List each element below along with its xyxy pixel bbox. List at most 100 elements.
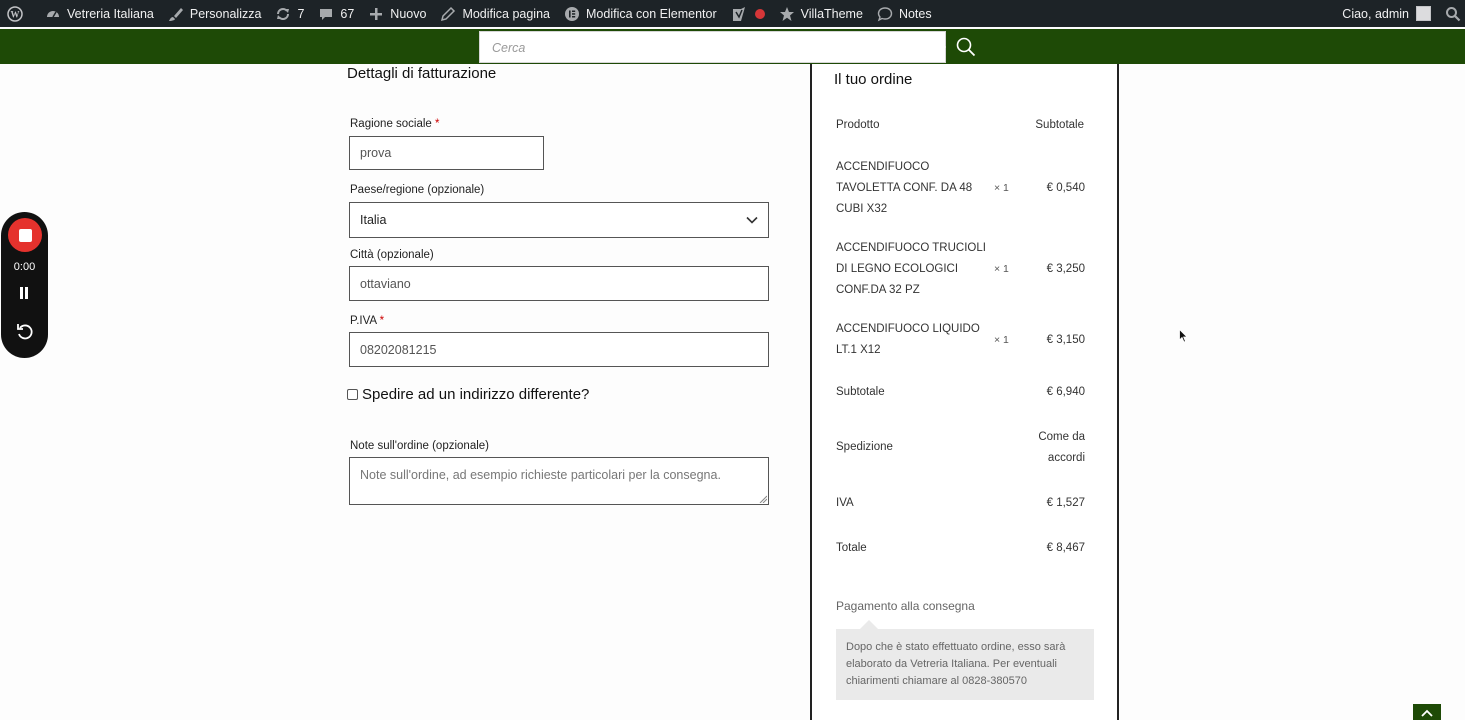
comment-icon [318,6,334,22]
edit-elementor-link[interactable]: Modifica con Elementor [557,0,724,27]
order-item-name: ACCENDIFUOCO TRUCIOLI DI LEGNO ECOLOGICI… [836,238,986,301]
resize-grip-icon[interactable] [759,495,767,503]
my-account-link[interactable]: Ciao, admin [1335,0,1438,27]
customize-link[interactable]: Personalizza [161,0,269,27]
search-button[interactable] [952,34,980,60]
order-item-qty: × 1 [994,182,1009,194]
chevron-up-icon [1421,709,1433,717]
ship-different-checkbox[interactable] [347,389,358,400]
order-item-name: ACCENDIFUOCO LIQUIDO LT.1 X12 [836,319,980,361]
avatar [1416,6,1431,21]
brush-icon [168,6,184,22]
total-label: Totale [836,542,867,554]
villatheme-link[interactable]: VillaTheme [772,0,870,27]
shipping-value: Come da accordi [1010,427,1085,469]
screen-recorder-widget: 0:00 [1,212,48,358]
order-item-price: € 3,150 [1046,334,1085,346]
order-item-name-line: ACCENDIFUOCO LIQUIDO [836,323,980,335]
chevron-down-icon [746,216,758,224]
star-icon [779,6,795,22]
order-item-qty: × 1 [994,334,1009,346]
subtotal-value: € 6,940 [1046,386,1085,398]
plus-icon [368,6,384,22]
column-header-subtotal: Subtotale [1035,119,1084,131]
search-input[interactable]: Cerca [479,31,946,63]
new-content-link[interactable]: Nuovo [361,0,433,27]
mouse-cursor-icon [1179,329,1188,343]
country-label: Paese/regione (opzionale) [350,184,485,196]
dashboard-icon [45,6,61,22]
column-header-product: Prodotto [836,119,880,131]
vat-total-label: IVA [836,497,854,509]
search-icon [956,37,976,57]
required-mark: * [379,315,385,327]
order-item-name-line: CONF.DA 32 PZ [836,284,920,296]
recording-timer: 0:00 [13,261,36,273]
payment-method-label[interactable]: Pagamento alla consegna [836,599,975,613]
payment-box-notch [860,620,878,629]
back-to-top-button[interactable] [1413,704,1441,720]
country-value: Italia [360,213,387,227]
company-label-text: Ragione sociale [350,118,432,130]
order-title: Il tuo ordine [834,71,913,88]
vat-total-value: € 1,527 [1046,497,1085,509]
order-item-name-line: CUBI X32 [836,203,888,215]
subtotal-label: Subtotale [836,386,885,398]
edit-page-link[interactable]: Modifica pagina [433,0,557,27]
yoast-icon [731,6,747,22]
billing-title: Dettagli di fatturazione [347,65,497,82]
site-name-link[interactable]: Vetreria Italiana [38,0,161,27]
notes-placeholder: Note sull'ordine, ad esempio richieste p… [360,468,721,482]
order-item-qty: × 1 [994,263,1009,275]
pause-button[interactable] [17,286,31,300]
speech-bubble-icon [877,6,893,22]
order-item-name-line: ACCENDIFUOCO [836,161,930,173]
edit-elementor-label: Modifica con Elementor [586,6,717,21]
company-label: Ragione sociale * [350,118,440,130]
vat-field[interactable]: 08202081215 [349,332,769,367]
edit-page-label: Modifica pagina [462,6,550,21]
order-item-name: ACCENDIFUOCO TAVOLETTA CONF. DA 48 CUBI … [836,157,972,220]
order-notes-textarea[interactable]: Note sull'ordine, ad esempio richieste p… [349,457,769,505]
updates-count: 7 [297,6,305,21]
notes-label: Note sull'ordine (opzionale) [350,440,489,452]
site-name: Vetreria Italiana [67,6,154,21]
new-label: Nuovo [390,6,427,21]
wordpress-icon: W [7,5,23,22]
company-field[interactable]: prova [349,136,544,170]
greeting-text: Ciao, admin [1342,6,1409,21]
comments-link[interactable]: 67 [311,0,361,27]
order-item-name-line: TAVOLETTA CONF. DA 48 [836,182,973,194]
ship-different-label[interactable]: Spedire ad un indirizzo differente? [362,386,589,403]
updates-link[interactable]: 7 [268,0,311,27]
order-item-name-line: ACCENDIFUOCO TRUCIOLI [836,242,986,254]
pause-icon [20,287,28,299]
restart-button[interactable] [15,322,35,342]
comments-count: 67 [340,6,355,21]
search-icon [1445,6,1461,22]
notes-label: Notes [898,6,932,21]
payment-description: Dopo che è stato effettuato ordine, esso… [836,629,1094,700]
seo-status-dot [754,8,765,19]
customize-label: Personalizza [189,6,262,21]
shipping-value-line: accordi [1047,452,1085,464]
city-field[interactable]: ottaviano [349,266,769,301]
vat-label: P.IVA * [350,315,384,327]
city-label: Città (opzionale) [350,249,434,261]
order-item-price: € 0,540 [1046,182,1085,194]
stop-recording-button[interactable] [8,218,42,252]
wp-admin-bar: W Vetreria Italiana Personalizza 7 67 Nu… [0,0,1465,27]
notes-link[interactable]: Notes [870,0,939,27]
villatheme-label: VillaTheme [800,6,863,21]
country-select[interactable]: Italia [349,202,769,238]
restart-icon [17,324,33,340]
updates-icon [275,6,291,22]
yoast-seo-button[interactable] [724,0,772,27]
admin-search-button[interactable] [1438,0,1465,27]
order-item-price: € 3,250 [1046,263,1085,275]
shipping-value-line: Come da [1038,431,1085,443]
wp-logo-button[interactable]: W [0,0,30,27]
shipping-label: Spedizione [836,441,893,453]
order-item-name-line: LT.1 X12 [836,344,881,356]
total-value: € 8,467 [1046,542,1085,554]
